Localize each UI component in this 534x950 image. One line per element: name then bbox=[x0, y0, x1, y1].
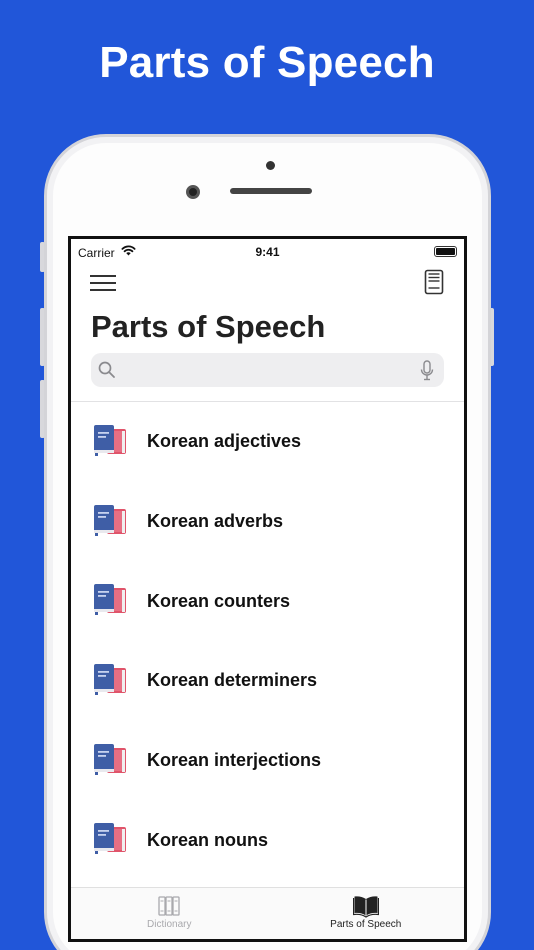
list-item-label: Korean determiners bbox=[147, 670, 318, 691]
status-time: 9:41 bbox=[255, 245, 280, 259]
earpiece-speaker bbox=[230, 188, 312, 194]
search-icon bbox=[98, 361, 115, 378]
open-book-icon bbox=[352, 896, 379, 918]
book-stack-icon bbox=[92, 503, 128, 537]
list-item[interactable]: Korean adjectives bbox=[71, 402, 464, 482]
list-item[interactable]: Korean interjections bbox=[71, 721, 464, 801]
promo-headline: Parts of Speech bbox=[99, 38, 435, 87]
tab-bar: Dictionary Parts of Speech bbox=[71, 887, 464, 939]
status-bar: Carrier 9:41 bbox=[71, 239, 464, 265]
list-item-label: Korean nouns bbox=[147, 829, 269, 850]
list-item-label: Korean counters bbox=[147, 590, 291, 611]
book-stack-icon bbox=[92, 821, 128, 855]
list-item-label: Korean adjectives bbox=[147, 431, 302, 452]
tab-dictionary[interactable]: Dictionary bbox=[71, 888, 268, 939]
tab-parts-of-speech[interactable]: Parts of Speech bbox=[268, 888, 465, 939]
list-item-label: Korean adverbs bbox=[147, 511, 284, 532]
phone-screen: Carrier 9:41 Parts of Speech Korean adje… bbox=[68, 236, 467, 942]
nav-bar bbox=[71, 265, 464, 305]
microphone-icon[interactable] bbox=[420, 360, 434, 381]
dictionary-icon bbox=[158, 896, 180, 916]
search-bar[interactable] bbox=[91, 353, 444, 387]
list-item[interactable]: Korean adverbs bbox=[71, 482, 464, 562]
list-item[interactable]: Korean determiners bbox=[71, 641, 464, 721]
book-stack-icon bbox=[92, 582, 128, 616]
front-camera bbox=[186, 185, 200, 199]
tab-dictionary-label: Dictionary bbox=[147, 919, 192, 930]
search-input[interactable] bbox=[123, 353, 403, 387]
proximity-sensor bbox=[266, 161, 275, 170]
book-stack-icon bbox=[92, 662, 128, 696]
page-title: Parts of Speech bbox=[91, 309, 326, 344]
hamburger-menu-icon[interactable] bbox=[90, 274, 116, 292]
battery-icon bbox=[434, 246, 457, 257]
list-item[interactable]: Korean nouns bbox=[71, 800, 464, 880]
list-item[interactable]: Korean counters bbox=[71, 561, 464, 641]
tab-parts-of-speech-label: Parts of Speech bbox=[330, 919, 402, 930]
list-item-label: Korean interjections bbox=[147, 750, 322, 771]
parts-of-speech-list: Korean adjectives Korean adverbs Korean … bbox=[71, 402, 464, 880]
book-icon[interactable] bbox=[424, 269, 444, 295]
book-stack-icon bbox=[92, 423, 128, 457]
book-stack-icon bbox=[92, 742, 128, 776]
